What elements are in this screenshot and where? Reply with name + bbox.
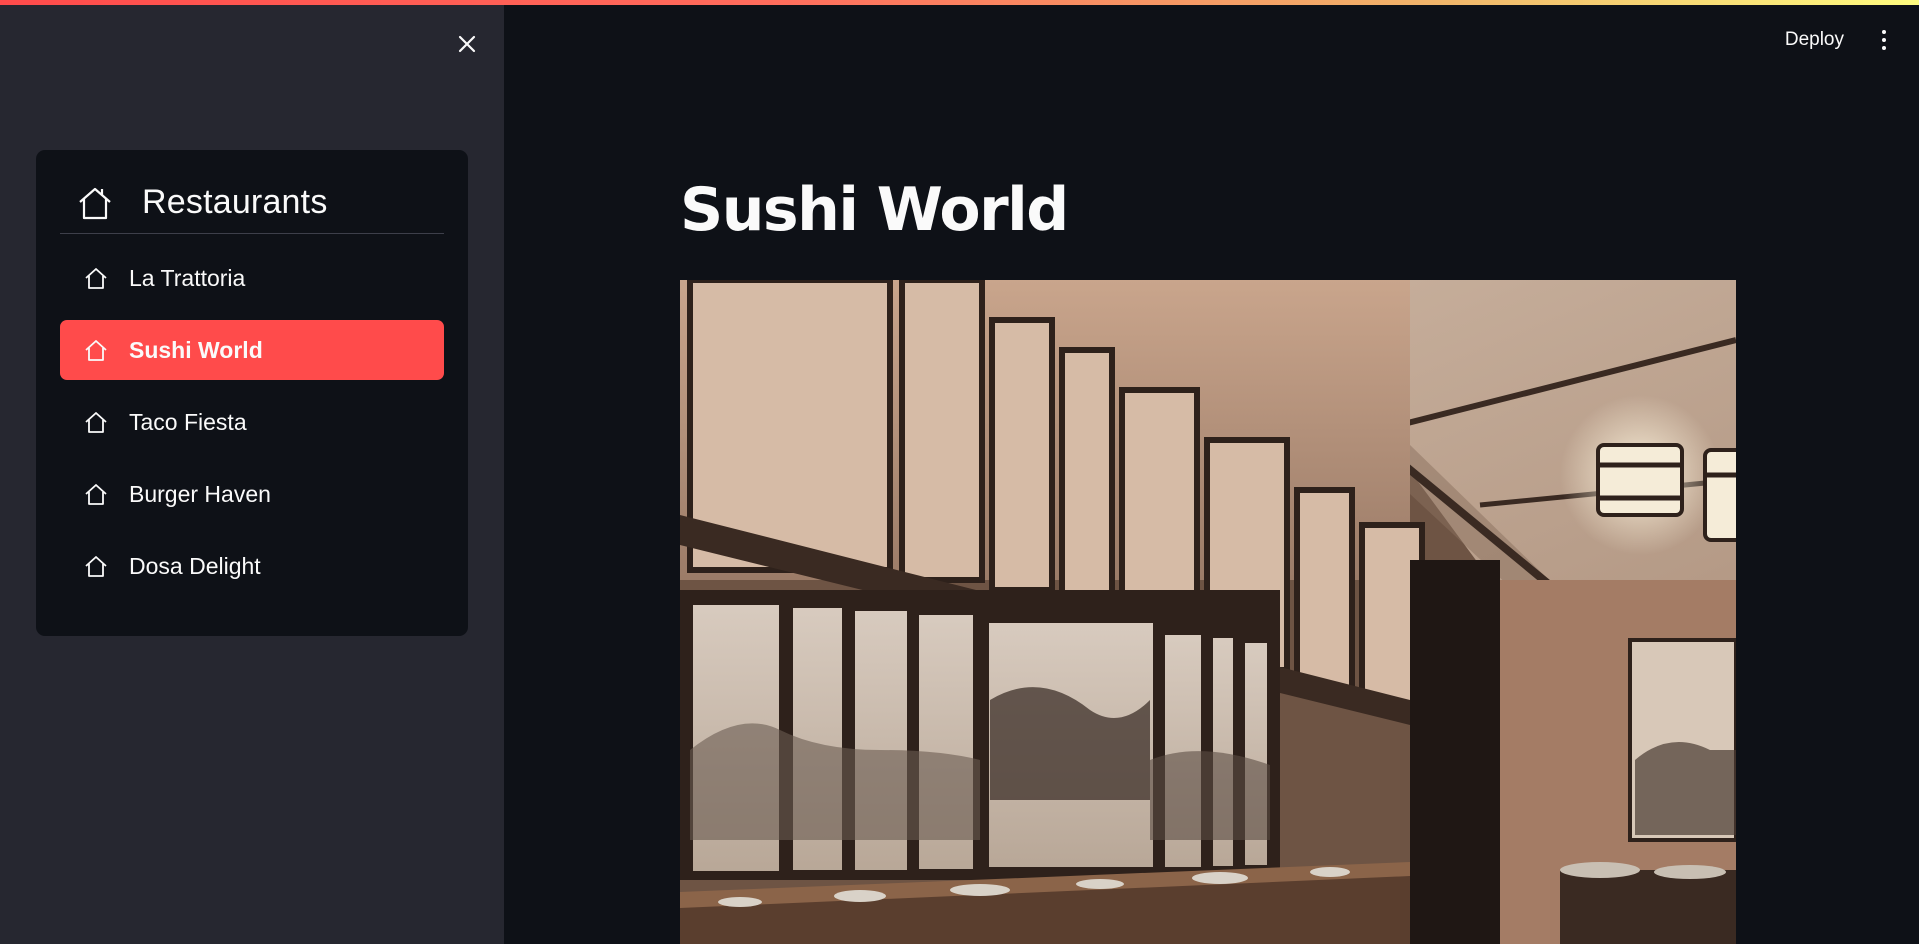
hero-image: [680, 280, 1736, 944]
menu-item-label: Sushi World: [129, 336, 263, 363]
menu-item-label: Dosa Delight: [129, 552, 261, 579]
sidebar: Restaurants La Trattoria Sushi World Tac…: [0, 0, 504, 944]
menu-item-la-trattoria[interactable]: La Trattoria: [60, 248, 444, 308]
menu-item-dosa-delight[interactable]: Dosa Delight: [60, 536, 444, 596]
restaurant-menu: Restaurants La Trattoria Sushi World Tac…: [36, 150, 468, 636]
app-header-actions: Deploy: [1785, 20, 1919, 60]
kebab-menu-icon[interactable]: [1874, 24, 1894, 56]
deploy-button[interactable]: Deploy: [1785, 29, 1844, 51]
menu-item-sushi-world[interactable]: Sushi World: [60, 320, 444, 380]
house-icon: [83, 553, 109, 579]
house-icon: [76, 184, 114, 222]
house-icon: [83, 409, 109, 435]
house-icon: [83, 481, 109, 507]
menu-title: Restaurants: [142, 183, 328, 221]
menu-item-taco-fiesta[interactable]: Taco Fiesta: [60, 392, 444, 452]
menu-item-burger-haven[interactable]: Burger Haven: [60, 464, 444, 524]
menu-item-label: Burger Haven: [129, 480, 271, 507]
restaurant-interior-illustration: [680, 280, 1736, 944]
close-icon: [458, 35, 476, 53]
page-title: Sushi World: [680, 175, 1069, 245]
menu-list: La Trattoria Sushi World Taco Fiesta Bur…: [60, 248, 444, 608]
menu-item-label: Taco Fiesta: [129, 408, 247, 435]
house-icon: [83, 265, 109, 291]
top-accent-bar: [0, 0, 1919, 5]
house-icon: [83, 337, 109, 363]
menu-header: Restaurants: [60, 176, 444, 234]
menu-item-label: La Trattoria: [129, 264, 246, 291]
close-sidebar-button[interactable]: [451, 28, 483, 60]
